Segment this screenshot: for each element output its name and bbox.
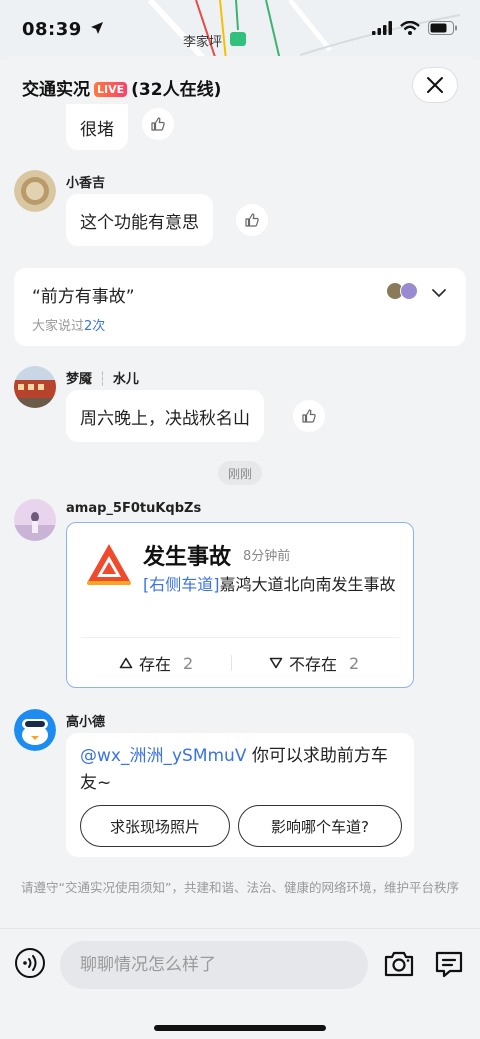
- title-text: 交通实况: [22, 79, 90, 100]
- battery-icon: [428, 20, 458, 39]
- like-button[interactable]: [293, 400, 325, 432]
- message-bubble: 周六晚上，决战秋名山: [66, 390, 264, 442]
- avatar[interactable]: [14, 709, 56, 751]
- triangle-up-icon: [119, 657, 133, 669]
- avatar[interactable]: [14, 499, 56, 541]
- hot-phrase-card[interactable]: “前方有事故” 大家说过2次: [14, 268, 466, 346]
- count-value: 2次: [84, 319, 106, 334]
- camera-button[interactable]: [382, 947, 416, 981]
- chat-input[interactable]: [60, 941, 368, 989]
- reply-text: @wx_洲洲_ySMmuV 你可以求助前方车友~: [80, 743, 400, 797]
- triangle-down-icon: [269, 657, 283, 669]
- exists-label: 存在: [139, 655, 172, 674]
- message-text: 这个功能有意思: [80, 212, 199, 233]
- time-divider: 刚刚: [218, 461, 262, 485]
- mention-link[interactable]: @wx_洲洲_ySMmuV: [80, 746, 246, 766]
- location-arrow-icon: [90, 20, 104, 39]
- chat-list[interactable]: 很堵 小香吉 这个功能有意思 “前方有事故” 大家说过2次 梦魇 ┆ 水儿 周六…: [0, 104, 480, 928]
- count-prefix: 大家说过: [32, 319, 85, 334]
- warning-triangle-icon: [87, 544, 131, 585]
- voice-button[interactable]: [14, 947, 46, 979]
- not-exists-button[interactable]: 不存在 2: [269, 647, 359, 679]
- incident-description: [右侧车道]嘉鸿大道北向南发生事故: [143, 573, 403, 597]
- avatar: [400, 282, 418, 300]
- exists-count: 2: [183, 653, 194, 673]
- avatar[interactable]: [14, 366, 56, 408]
- assistant-reply-card: @wx_洲洲_ySMmuV 你可以求助前方车友~ 求张现场照片 影响哪个车道?: [66, 733, 414, 857]
- username-separator: ┆: [98, 372, 107, 387]
- incident-time: 8分钟前: [243, 549, 291, 564]
- voice-icon: [15, 948, 45, 978]
- message-button[interactable]: [432, 947, 466, 981]
- signal-icon: [372, 20, 392, 39]
- username-name: 梦魇: [66, 372, 93, 387]
- incident-card[interactable]: 发生事故 8分钟前 [右侧车道]嘉鸿大道北向南发生事故 存在 2 不存在 2: [66, 522, 414, 688]
- chat-bubble-icon: [435, 951, 463, 978]
- divider: [231, 655, 232, 671]
- message-text: 周六晚上，决战秋名山: [80, 408, 250, 429]
- avatar[interactable]: [14, 170, 56, 212]
- not-exists-label: 不存在: [289, 655, 338, 674]
- message-bubble: 很堵: [66, 104, 128, 150]
- username: 小香吉: [66, 176, 106, 191]
- incident-title: 发生事故: [143, 545, 232, 570]
- close-button[interactable]: [412, 67, 458, 103]
- live-badge: LIVE: [94, 81, 128, 97]
- close-icon: [427, 77, 443, 93]
- home-indicator: [154, 1025, 326, 1031]
- wifi-icon: [400, 20, 420, 39]
- username-suffix: 水儿: [112, 372, 139, 387]
- not-exists-count: 2: [349, 653, 360, 673]
- lane-tag: [右侧车道]: [143, 575, 220, 594]
- thumbs-up-icon: [302, 409, 316, 423]
- divider: [81, 637, 399, 638]
- username: 梦魇 ┆ 水儿: [66, 368, 139, 387]
- status-bar: 08:39: [0, 0, 480, 58]
- hot-phrase: “前方有事故”: [32, 287, 135, 307]
- message-bubble: 这个功能有意思: [66, 194, 213, 246]
- online-count: (32人在线): [131, 79, 222, 100]
- hot-phrase-count: 大家说过2次: [32, 315, 448, 334]
- quick-reply-photo[interactable]: 求张现场照片: [80, 805, 230, 847]
- quick-reply-lane[interactable]: 影响哪个车道?: [238, 805, 402, 847]
- chevron-down-icon[interactable]: [432, 288, 446, 298]
- username: amap_5F0tuKqbZs: [66, 501, 202, 516]
- page-title: 交通实况 LIVE (32人在线): [22, 75, 221, 100]
- thumbs-up-icon: [245, 213, 259, 227]
- like-button[interactable]: [142, 108, 174, 140]
- status-time: 08:39: [22, 18, 82, 40]
- username: 高小德: [66, 715, 106, 730]
- camera-icon: [384, 951, 414, 977]
- thumbs-up-icon: [151, 117, 165, 131]
- like-button[interactable]: [236, 204, 268, 236]
- community-notice: 请遵守“交通实况使用须知”，共建和谐、法治、健康的网络环境，维护平台秩序: [21, 880, 459, 895]
- exists-button[interactable]: 存在 2: [119, 647, 193, 679]
- input-bar: [0, 928, 480, 1039]
- message-text: 很堵: [80, 119, 114, 140]
- incident-text: 嘉鸿大道北向南发生事故: [219, 575, 396, 594]
